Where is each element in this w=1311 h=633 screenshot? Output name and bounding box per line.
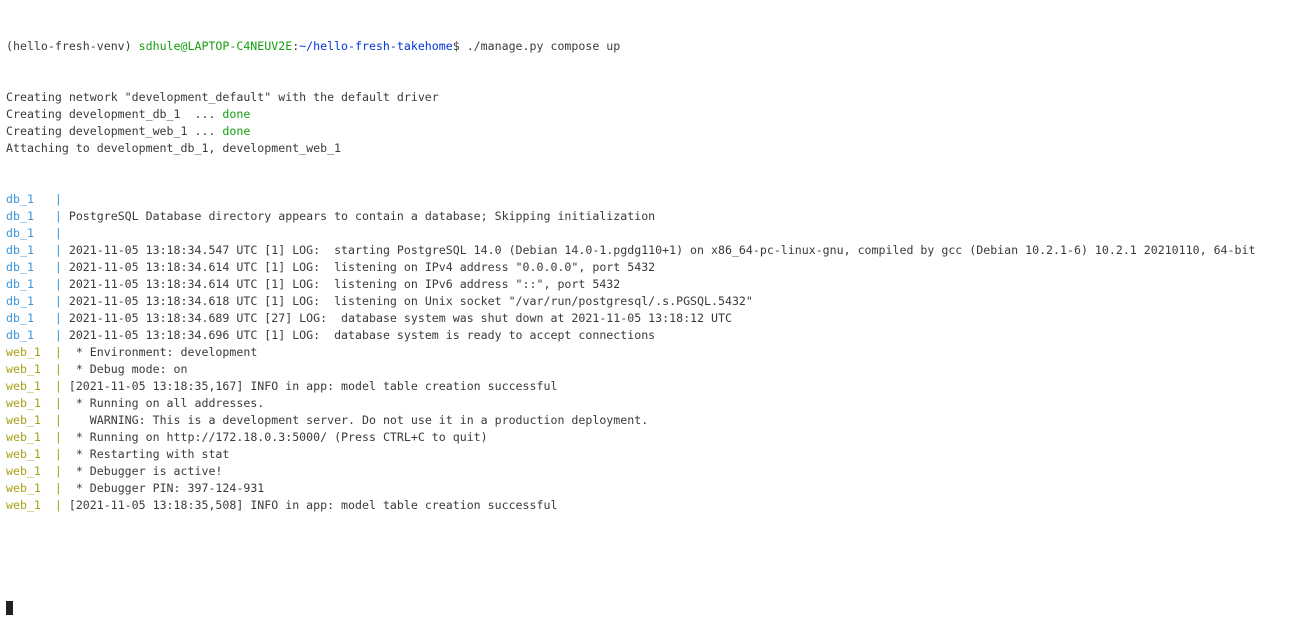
log-line: web_1 | [2021-11-05 13:18:35,167] INFO i…: [6, 378, 1255, 395]
log-line: db_1 | 2021-11-05 13:18:34.618 UTC [1] L…: [6, 293, 1255, 310]
log-text: 2021-11-05 13:18:34.689 UTC [27] LOG: da…: [61, 311, 732, 325]
log-text: [2021-11-05 13:18:35,508] INFO in app: m…: [61, 498, 558, 512]
line-text: Creating development_db_1 ...: [6, 107, 223, 121]
status-done: done: [222, 124, 251, 138]
terminal-output[interactable]: (hello-fresh-venv) sdhule@LAPTOP-C4NEUV2…: [6, 4, 1255, 633]
log-text: 2021-11-05 13:18:34.614 UTC [1] LOG: lis…: [61, 277, 621, 291]
separator: |: [54, 260, 62, 274]
separator: |: [54, 379, 62, 393]
service-label: web_1: [6, 396, 55, 410]
log-line: web_1 | * Debugger is active!: [6, 463, 1255, 480]
separator: |: [54, 192, 62, 206]
log-line: db_1 | 2021-11-05 13:18:34.696 UTC [1] L…: [6, 327, 1255, 344]
cwd-path: ~/hello-fresh-takehome: [299, 39, 453, 53]
compose-status-lines: Creating network "development_default" w…: [6, 89, 1255, 157]
line-text: Creating network "development_default" w…: [6, 90, 439, 104]
log-text: 2021-11-05 13:18:34.618 UTC [1] LOG: lis…: [61, 294, 753, 308]
service-label: db_1: [6, 277, 55, 291]
prompt-dollar: $: [452, 39, 460, 53]
service-label: web_1: [6, 413, 55, 427]
log-text: * Debug mode: on: [61, 362, 188, 376]
service-label: web_1: [6, 430, 55, 444]
log-line: web_1 | * Restarting with stat: [6, 446, 1255, 463]
log-text: * Environment: development: [61, 345, 258, 359]
separator: |: [54, 226, 62, 240]
log-text: 2021-11-05 13:18:34.696 UTC [1] LOG: dat…: [61, 328, 656, 342]
input-line[interactable]: [6, 599, 1255, 616]
service-label: web_1: [6, 498, 55, 512]
user-host: sdhule@LAPTOP-C4NEUV2E: [138, 39, 293, 53]
output-line: Creating network "development_default" w…: [6, 89, 1255, 106]
log-line: web_1 | WARNING: This is a development s…: [6, 412, 1255, 429]
line-text: Attaching to development_db_1, developme…: [6, 141, 342, 155]
log-line: db_1 | 2021-11-05 13:18:34.547 UTC [1] L…: [6, 242, 1255, 259]
separator: |: [54, 328, 62, 342]
separator: |: [54, 430, 62, 444]
service-label: web_1: [6, 481, 55, 495]
status-done: done: [222, 107, 251, 121]
separator: |: [54, 498, 62, 512]
log-text: 2021-11-05 13:18:34.547 UTC [1] LOG: sta…: [61, 243, 1256, 257]
separator: |: [54, 209, 62, 223]
text-cursor: [6, 600, 13, 615]
separator: |: [54, 243, 62, 257]
log-text: * Debugger is active!: [61, 464, 223, 478]
separator: |: [54, 294, 62, 308]
log-line: web_1 | * Running on http://172.18.0.3:5…: [6, 429, 1255, 446]
command-text: ./manage.py compose up: [459, 39, 621, 53]
log-text: WARNING: This is a development server. D…: [61, 413, 649, 427]
service-label: web_1: [6, 362, 55, 376]
separator: |: [54, 447, 62, 461]
log-line: web_1 | * Running on all addresses.: [6, 395, 1255, 412]
log-line: db_1 | 2021-11-05 13:18:34.689 UTC [27] …: [6, 310, 1255, 327]
log-line: db_1 |: [6, 191, 1255, 208]
log-text: * Debugger PIN: 397-124-931: [61, 481, 265, 495]
log-line: db_1 | 2021-11-05 13:18:34.614 UTC [1] L…: [6, 259, 1255, 276]
prompt-line: (hello-fresh-venv) sdhule@LAPTOP-C4NEUV2…: [6, 38, 1255, 55]
log-line: web_1 | * Debugger PIN: 397-124-931: [6, 480, 1255, 497]
service-label: web_1: [6, 379, 55, 393]
log-text: * Running on http://172.18.0.3:5000/ (Pr…: [61, 430, 488, 444]
venv-label: (hello-fresh-venv): [6, 39, 139, 53]
service-label: db_1: [6, 226, 55, 240]
service-label: db_1: [6, 328, 55, 342]
service-label: db_1: [6, 192, 55, 206]
log-line: db_1 | 2021-11-05 13:18:34.614 UTC [1] L…: [6, 276, 1255, 293]
separator: |: [54, 311, 62, 325]
separator: |: [54, 464, 62, 478]
output-line: Attaching to development_db_1, developme…: [6, 140, 1255, 157]
service-label: web_1: [6, 464, 55, 478]
log-line: web_1 | [2021-11-05 13:18:35,508] INFO i…: [6, 497, 1255, 514]
log-text: 2021-11-05 13:18:34.614 UTC [1] LOG: lis…: [61, 260, 656, 274]
separator: |: [54, 362, 62, 376]
log-line: db_1 |: [6, 225, 1255, 242]
log-line: web_1 | * Debug mode: on: [6, 361, 1255, 378]
separator: |: [54, 481, 62, 495]
log-text: PostgreSQL Database directory appears to…: [61, 209, 656, 223]
log-text: [2021-11-05 13:18:35,167] INFO in app: m…: [61, 379, 558, 393]
log-text: * Restarting with stat: [61, 447, 230, 461]
separator: |: [54, 277, 62, 291]
service-label: db_1: [6, 311, 55, 325]
log-text: * Running on all addresses.: [61, 396, 265, 410]
log-line: db_1 | PostgreSQL Database directory app…: [6, 208, 1255, 225]
service-label: db_1: [6, 294, 55, 308]
output-line: Creating development_db_1 ... done: [6, 106, 1255, 123]
log-lines: db_1 | db_1 | PostgreSQL Database directo…: [6, 191, 1255, 514]
service-label: web_1: [6, 447, 55, 461]
separator: |: [54, 396, 62, 410]
service-label: db_1: [6, 209, 55, 223]
separator: |: [54, 413, 62, 427]
service-label: web_1: [6, 345, 55, 359]
service-label: db_1: [6, 260, 55, 274]
service-label: db_1: [6, 243, 55, 257]
line-text: Creating development_web_1 ...: [6, 124, 223, 138]
log-line: web_1 | * Environment: development: [6, 344, 1255, 361]
output-line: Creating development_web_1 ... done: [6, 123, 1255, 140]
separator: |: [54, 345, 62, 359]
